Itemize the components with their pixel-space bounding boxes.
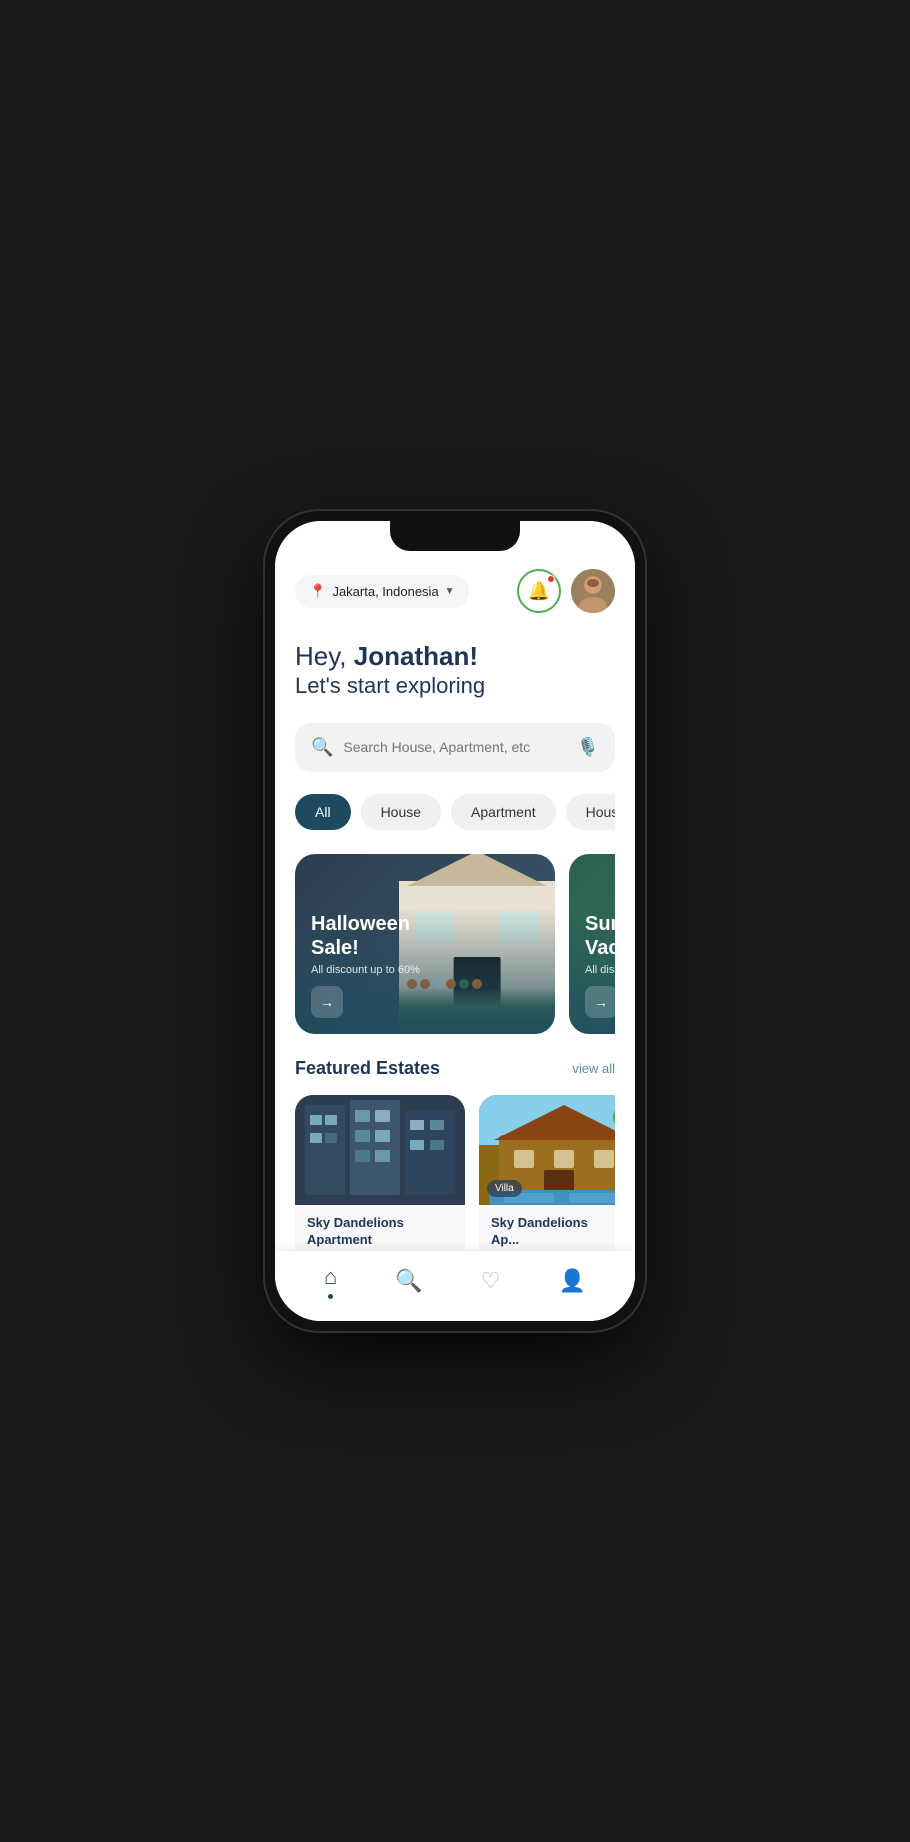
promo-title-halloween: HalloweenSale! bbox=[311, 912, 539, 960]
tab-house-1[interactable]: House bbox=[361, 794, 441, 830]
estate-name-villa: Sky DandelionsAp... bbox=[491, 1215, 615, 1249]
search-nav-icon: 🔍 bbox=[395, 1268, 422, 1294]
location-pill[interactable]: 📍 Jakarta, Indonesia ▼ bbox=[295, 575, 469, 608]
screen-content: 📍 Jakarta, Indonesia ▼ 🔔 bbox=[275, 521, 635, 1321]
heart-nav-icon: ♡ bbox=[481, 1268, 501, 1294]
nav-dot-home bbox=[328, 1294, 333, 1299]
location-pin-icon: 📍 bbox=[309, 583, 326, 600]
bell-icon: 🔔 bbox=[528, 581, 550, 602]
promo-subtitle-halloween: All discount up to 60% bbox=[311, 964, 539, 976]
microphone-icon[interactable]: 🎙️ bbox=[577, 737, 599, 758]
avatar[interactable] bbox=[571, 569, 615, 613]
tab-all[interactable]: All bbox=[295, 794, 351, 830]
estate-name-apartment: Sky DandelionsApartment bbox=[307, 1215, 453, 1249]
header-right: 🔔 bbox=[517, 569, 615, 613]
promo-subtitle-summer: All discount u... bbox=[585, 964, 615, 976]
villa-badge: Villa bbox=[487, 1180, 522, 1197]
nav-favorites[interactable]: ♡ bbox=[481, 1268, 501, 1294]
nav-search[interactable]: 🔍 bbox=[395, 1268, 422, 1294]
view-all-link[interactable]: view all bbox=[572, 1061, 615, 1076]
greeting-line2: Let's start exploring bbox=[295, 672, 615, 701]
search-input[interactable] bbox=[343, 739, 566, 755]
section-header-featured: Featured Estates view all bbox=[295, 1058, 615, 1079]
estate-image-villa: Villa ♥ bbox=[479, 1095, 615, 1205]
chevron-down-icon: ▼ bbox=[445, 586, 455, 597]
greeting-name: Jonathan! bbox=[354, 641, 478, 671]
promo-content-summer: SummerVacatio... All discount u... → bbox=[569, 896, 615, 1034]
promo-arrow-halloween[interactable]: → bbox=[311, 986, 343, 1018]
greeting-line1: Hey, Jonathan! bbox=[295, 641, 615, 672]
notch bbox=[390, 521, 520, 551]
search-icon: 🔍 bbox=[311, 737, 333, 758]
promo-content-halloween: HalloweenSale! All discount up to 60% → bbox=[295, 896, 555, 1034]
profile-nav-icon: 👤 bbox=[559, 1268, 586, 1294]
nav-profile[interactable]: 👤 bbox=[559, 1268, 586, 1294]
tab-house-2[interactable]: House bbox=[566, 794, 615, 830]
notification-badge bbox=[547, 575, 555, 583]
promo-section: HalloweenSale! All discount up to 60% → … bbox=[295, 854, 615, 1034]
section-title-featured: Featured Estates bbox=[295, 1058, 440, 1079]
location-text: Jakarta, Indonesia bbox=[332, 584, 438, 599]
greeting-prefix: Hey, bbox=[295, 641, 354, 671]
estate-image-apartment bbox=[295, 1095, 465, 1205]
nav-home[interactable]: ⌂ bbox=[324, 1264, 337, 1299]
promo-arrow-summer[interactable]: → bbox=[585, 986, 615, 1018]
filter-tabs: All House Apartment House bbox=[295, 794, 615, 834]
promo-card-summer[interactable]: SummerVacatio... All discount u... → bbox=[569, 854, 615, 1034]
phone-frame: 📍 Jakarta, Indonesia ▼ 🔔 bbox=[265, 511, 645, 1331]
promo-title-summer: SummerVacatio... bbox=[585, 912, 615, 960]
greeting-section: Hey, Jonathan! Let's start exploring bbox=[295, 641, 615, 701]
phone-screen: 📍 Jakarta, Indonesia ▼ 🔔 bbox=[275, 521, 635, 1321]
tab-apartment[interactable]: Apartment bbox=[451, 794, 556, 830]
bottom-nav: ⌂ 🔍 ♡ 👤 bbox=[275, 1251, 635, 1321]
promo-card-halloween[interactable]: HalloweenSale! All discount up to 60% → bbox=[295, 854, 555, 1034]
home-icon: ⌂ bbox=[324, 1264, 337, 1290]
search-bar: 🔍 🎙️ bbox=[295, 723, 615, 772]
header: 📍 Jakarta, Indonesia ▼ 🔔 bbox=[295, 569, 615, 613]
notification-button[interactable]: 🔔 bbox=[517, 569, 561, 613]
avatar-image bbox=[571, 569, 615, 613]
